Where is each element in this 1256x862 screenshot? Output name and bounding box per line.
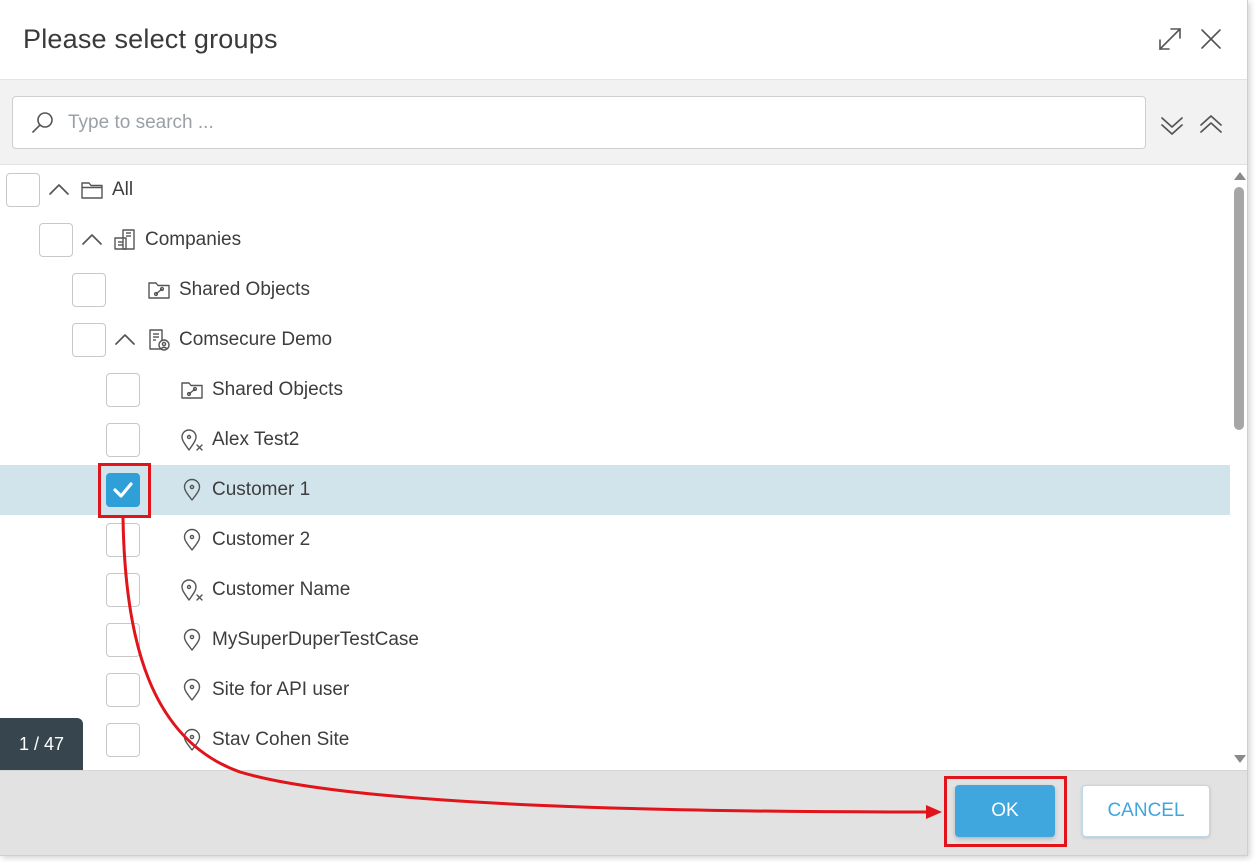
row-label: All bbox=[112, 179, 134, 200]
tree-row-all[interactable]: All bbox=[0, 165, 1230, 215]
tree-row-site-for-api-user[interactable]: Site for API user bbox=[0, 665, 1230, 715]
row-label: MySuperDuperTestCase bbox=[212, 629, 419, 650]
site-pin-icon bbox=[180, 528, 204, 552]
checkmark-icon bbox=[113, 482, 133, 498]
tree-scrollbar[interactable] bbox=[1230, 165, 1247, 770]
row-label: Customer 2 bbox=[212, 529, 311, 550]
row-checkbox[interactable] bbox=[106, 373, 140, 407]
tree-row-customer-2[interactable]: Customer 2 bbox=[0, 515, 1230, 565]
double-chevron-up-icon bbox=[1198, 112, 1224, 138]
tree-row-shared-objects[interactable]: Shared Objects bbox=[0, 365, 1230, 415]
row-checkbox[interactable] bbox=[106, 623, 140, 657]
tree-row-mysuperdupertestcase[interactable]: MySuperDuperTestCase bbox=[0, 615, 1230, 665]
search-icon bbox=[31, 111, 55, 135]
search-input[interactable] bbox=[68, 107, 1128, 139]
search-field[interactable] bbox=[12, 96, 1146, 149]
group-tree: All Companies Shared Objects Comsecure D… bbox=[0, 165, 1230, 770]
row-checkbox[interactable] bbox=[72, 323, 106, 357]
site-pin-icon bbox=[180, 628, 204, 652]
row-checkbox[interactable] bbox=[106, 673, 140, 707]
row-label: Customer 1 bbox=[212, 479, 311, 500]
row-label: Site for API user bbox=[212, 679, 350, 700]
row-checkbox[interactable] bbox=[106, 523, 140, 557]
close-button[interactable] bbox=[1198, 26, 1224, 52]
tree-row-customer-name[interactable]: Customer Name bbox=[0, 565, 1230, 615]
collapse-chevron-icon[interactable] bbox=[47, 178, 71, 202]
selection-counter-badge: 1 / 47 bbox=[0, 718, 83, 770]
row-checkbox[interactable] bbox=[106, 723, 140, 757]
row-label: Customer Name bbox=[212, 579, 351, 600]
tree-row-stav-cohen-site[interactable]: Stav Cohen Site bbox=[0, 715, 1230, 765]
search-bar bbox=[0, 80, 1247, 165]
row-label: Shared Objects bbox=[212, 379, 343, 400]
expand-arrows-icon bbox=[1157, 26, 1183, 52]
collapse-chevron-icon[interactable] bbox=[113, 328, 137, 352]
site-disabled-icon bbox=[180, 428, 204, 452]
scroll-up-arrow-icon[interactable] bbox=[1234, 172, 1246, 180]
row-checkbox[interactable] bbox=[72, 273, 106, 307]
row-checkbox[interactable] bbox=[106, 423, 140, 457]
close-x-icon bbox=[1198, 26, 1224, 52]
cancel-button[interactable]: CANCEL bbox=[1082, 785, 1210, 837]
dialog-header: Please select groups bbox=[0, 0, 1247, 80]
row-label: Companies bbox=[145, 229, 242, 250]
collapse-all-button[interactable] bbox=[1198, 112, 1224, 138]
maximize-button[interactable] bbox=[1157, 26, 1183, 52]
ok-button[interactable]: OK bbox=[955, 785, 1055, 837]
companies-icon bbox=[113, 228, 137, 252]
site-pin-icon bbox=[180, 678, 204, 702]
select-groups-dialog: Please select groups Type to search ... … bbox=[0, 0, 1248, 856]
tree-row-alex-test2[interactable]: Alex Test2 bbox=[0, 415, 1230, 465]
dialog-footer: OK CANCEL bbox=[0, 770, 1247, 855]
expand-all-button[interactable] bbox=[1159, 112, 1185, 138]
collapse-chevron-icon[interactable] bbox=[80, 228, 104, 252]
tree-row-customer-1[interactable]: Customer 1 bbox=[0, 465, 1230, 515]
shared-objects-icon bbox=[147, 278, 171, 302]
row-label: Stav Cohen Site bbox=[212, 729, 350, 750]
tree-row-shared-objects[interactable]: Shared Objects bbox=[0, 265, 1230, 315]
scroll-down-arrow-icon[interactable] bbox=[1234, 755, 1246, 763]
company-icon bbox=[147, 328, 171, 352]
row-checkbox[interactable] bbox=[39, 223, 73, 257]
site-disabled-icon bbox=[180, 578, 204, 602]
scrollbar-thumb[interactable] bbox=[1234, 187, 1244, 430]
row-checkbox[interactable] bbox=[106, 573, 140, 607]
tree-row-comsecure-demo[interactable]: Comsecure Demo bbox=[0, 315, 1230, 365]
site-pin-icon bbox=[180, 728, 204, 752]
row-checkbox[interactable] bbox=[6, 173, 40, 207]
tree-row-companies[interactable]: Companies bbox=[0, 215, 1230, 265]
row-checkbox-checked[interactable] bbox=[106, 473, 140, 507]
site-pin-icon bbox=[180, 478, 204, 502]
row-label: Alex Test2 bbox=[212, 429, 300, 450]
row-label: Shared Objects bbox=[179, 279, 310, 300]
folder-icon bbox=[80, 178, 104, 202]
double-chevron-down-icon bbox=[1159, 112, 1185, 138]
dialog-title: Please select groups bbox=[23, 24, 278, 54]
shared-objects-icon bbox=[180, 378, 204, 402]
row-label: Comsecure Demo bbox=[179, 329, 333, 350]
